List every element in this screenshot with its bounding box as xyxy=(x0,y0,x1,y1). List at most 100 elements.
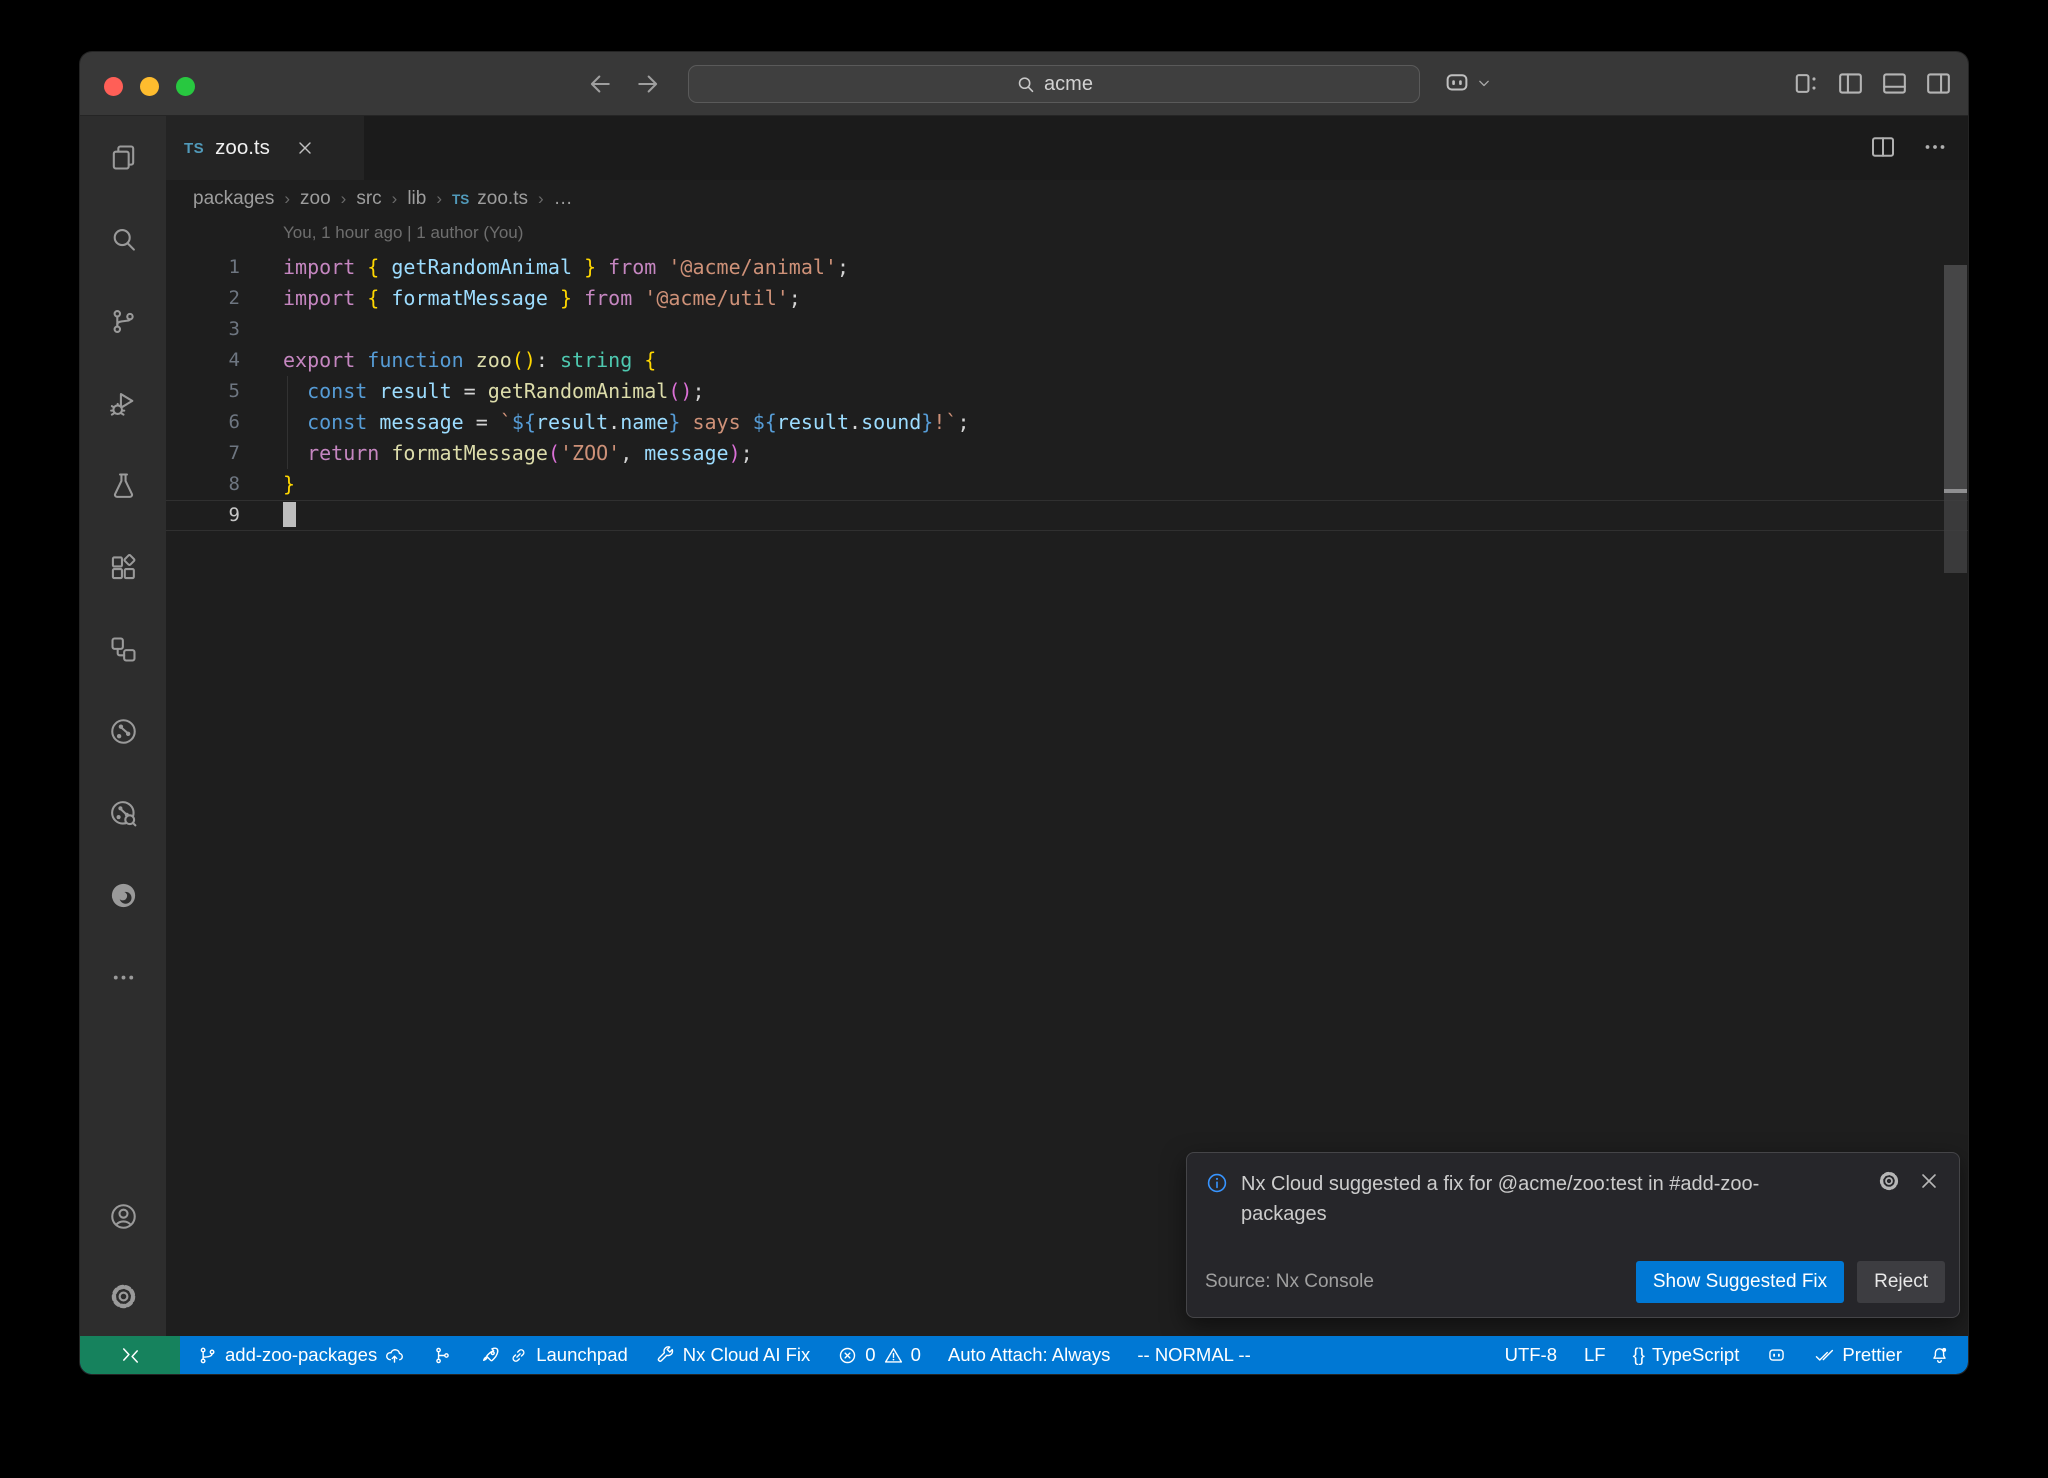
breadcrumb-item-lib[interactable]: lib xyxy=(407,188,426,210)
notification-close-icon[interactable] xyxy=(1917,1169,1941,1193)
wrench-icon xyxy=(655,1345,676,1366)
run-debug-icon xyxy=(108,388,139,419)
notification-source: Source: Nx Console xyxy=(1205,1271,1374,1293)
bell-dot-icon xyxy=(1929,1345,1950,1366)
indent-guide xyxy=(287,376,288,469)
activity-bar-item-settings[interactable] xyxy=(80,1256,166,1336)
scrollbar-slider-lower[interactable] xyxy=(1944,493,1967,573)
activity-bar-item-edge-browser[interactable] xyxy=(80,854,166,936)
more-h-icon xyxy=(108,962,139,993)
code-line-1[interactable]: 1import { getRandomAnimal } from '@acme/… xyxy=(166,252,1968,283)
activity-bar-item-extensions[interactable] xyxy=(80,526,166,608)
status-bar: add-zoo-packages Launchpad Nx Cloud AI Fix… xyxy=(80,1336,1968,1374)
activity-bar-item-source-control[interactable] xyxy=(80,280,166,362)
activity-bar-item-accounts[interactable] xyxy=(80,1176,166,1256)
line-number: 5 xyxy=(166,376,283,407)
status-item-git-branch[interactable]: add-zoo-packages xyxy=(197,1344,405,1366)
editor-scrollbar[interactable] xyxy=(1944,265,1967,573)
status-item-text: Launchpad xyxy=(536,1344,628,1366)
activity-bar-item-testing[interactable] xyxy=(80,444,166,526)
status-item-auto-attach[interactable]: Auto Attach: Always xyxy=(948,1344,1110,1366)
status-item-problems[interactable]: 00 xyxy=(837,1344,921,1366)
status-item-copilot-status[interactable] xyxy=(1766,1345,1787,1366)
minimize-window-button[interactable] xyxy=(140,77,159,96)
show-suggested-fix-button[interactable]: Show Suggested Fix xyxy=(1636,1261,1844,1303)
code-line-8[interactable]: 8} xyxy=(166,469,1968,500)
git-branch-icon xyxy=(197,1345,218,1366)
status-item-formatter[interactable]: Prettier xyxy=(1814,1344,1902,1366)
line-number: 3 xyxy=(166,314,283,345)
status-item-launchpad[interactable]: Launchpad xyxy=(480,1344,628,1366)
breadcrumb-separator: › xyxy=(392,189,398,209)
breadcrumb-item-zoo-ts[interactable]: zoo.ts xyxy=(477,188,528,210)
panel-bottom-icon[interactable] xyxy=(1879,68,1910,99)
breadcrumb-item-packages[interactable]: packages xyxy=(193,188,274,210)
activity-bar-item-nx-cloud[interactable] xyxy=(80,772,166,854)
forward-icon[interactable] xyxy=(633,69,663,99)
activity-bar-item-run-and-debug[interactable] xyxy=(80,362,166,444)
code-line-6[interactable]: 6 const message = `${result.name} says $… xyxy=(166,407,1968,438)
status-item-eol[interactable]: LF xyxy=(1584,1344,1606,1366)
breadcrumb-item-src[interactable]: src xyxy=(356,188,381,210)
status-item-encoding[interactable]: UTF-8 xyxy=(1505,1344,1557,1366)
activity-bar-item-additional-views[interactable] xyxy=(80,936,166,1018)
info-icon xyxy=(1205,1171,1229,1195)
activity-bar-item-nx-workspace[interactable] xyxy=(80,608,166,690)
breadcrumb-item-zoo[interactable]: zoo xyxy=(300,188,331,210)
command-center-search[interactable]: acme xyxy=(688,65,1420,103)
status-item-text: TypeScript xyxy=(1652,1344,1739,1366)
reject-button[interactable]: Reject xyxy=(1857,1261,1945,1303)
chevron-down-icon[interactable] xyxy=(1474,73,1494,93)
status-item-source-control-graph[interactable] xyxy=(432,1345,453,1366)
close-window-button[interactable] xyxy=(104,77,123,96)
back-icon[interactable] xyxy=(585,69,615,99)
window-controls xyxy=(104,77,195,96)
more-h-icon[interactable] xyxy=(1920,132,1950,162)
activity-bar-item-nx-console[interactable] xyxy=(80,690,166,772)
typescript-file-icon: TS xyxy=(452,192,469,207)
breadcrumb-separator: › xyxy=(538,189,544,209)
code-text: const result = getRandomAnimal(); xyxy=(283,376,705,407)
status-item-text: UTF-8 xyxy=(1505,1344,1557,1366)
status-item-nx-cloud-ai-fix[interactable]: Nx Cloud AI Fix xyxy=(655,1344,811,1366)
account-icon xyxy=(108,1201,139,1232)
status-item-vim-mode[interactable]: -- NORMAL -- xyxy=(1137,1344,1250,1366)
remote-icon xyxy=(119,1344,142,1367)
breadcrumb-item--[interactable]: … xyxy=(554,188,573,210)
zoom-window-button[interactable] xyxy=(176,77,195,96)
copilot-icon xyxy=(1766,1345,1787,1366)
split-editor-icon[interactable] xyxy=(1868,132,1898,162)
layout-icon[interactable] xyxy=(1791,68,1822,99)
close-tab-icon[interactable] xyxy=(295,138,315,158)
code-text: export function zoo(): string { xyxy=(283,345,656,376)
status-item-text: {} xyxy=(1633,1344,1645,1366)
status-item-text: LF xyxy=(1584,1344,1606,1366)
notification-settings-gear-icon[interactable] xyxy=(1877,1169,1901,1193)
code-line-2[interactable]: 2import { formatMessage } from '@acme/ut… xyxy=(166,283,1968,314)
status-item-notifications-bell[interactable] xyxy=(1929,1345,1950,1366)
code-line-5[interactable]: 5 const result = getRandomAnimal(); xyxy=(166,376,1968,407)
copilot-menu[interactable] xyxy=(1442,68,1494,98)
copilot-icon[interactable] xyxy=(1442,68,1472,98)
panel-right-icon[interactable] xyxy=(1923,68,1954,99)
nx-cloud-icon xyxy=(108,798,139,829)
code-text: import { formatMessage } from '@acme/uti… xyxy=(283,283,801,314)
code-line-4[interactable]: 4export function zoo(): string { xyxy=(166,345,1968,376)
status-item-text: Auto Attach: Always xyxy=(948,1344,1110,1366)
code-line-9[interactable]: 9 xyxy=(166,500,1968,531)
activity-bar-item-search[interactable] xyxy=(80,198,166,280)
line-number: 8 xyxy=(166,469,283,500)
scrollbar-slider[interactable] xyxy=(1944,265,1967,489)
search-icon xyxy=(1015,74,1036,95)
panel-left-icon[interactable] xyxy=(1835,68,1866,99)
code-line-3[interactable]: 3 xyxy=(166,314,1968,345)
tab-zoo-ts[interactable]: TS zoo.ts xyxy=(166,116,364,180)
activity-bar-item-explorer[interactable] xyxy=(80,116,166,198)
code-line-7[interactable]: 7 return formatMessage('ZOO', message); xyxy=(166,438,1968,469)
status-item-text: add-zoo-packages xyxy=(225,1344,377,1366)
line-number: 6 xyxy=(166,407,283,438)
remote-indicator[interactable] xyxy=(80,1336,180,1374)
status-item-text: Nx Cloud AI Fix xyxy=(683,1344,811,1366)
line-number: 1 xyxy=(166,252,283,283)
status-item-language-mode[interactable]: {} TypeScript xyxy=(1633,1344,1740,1366)
